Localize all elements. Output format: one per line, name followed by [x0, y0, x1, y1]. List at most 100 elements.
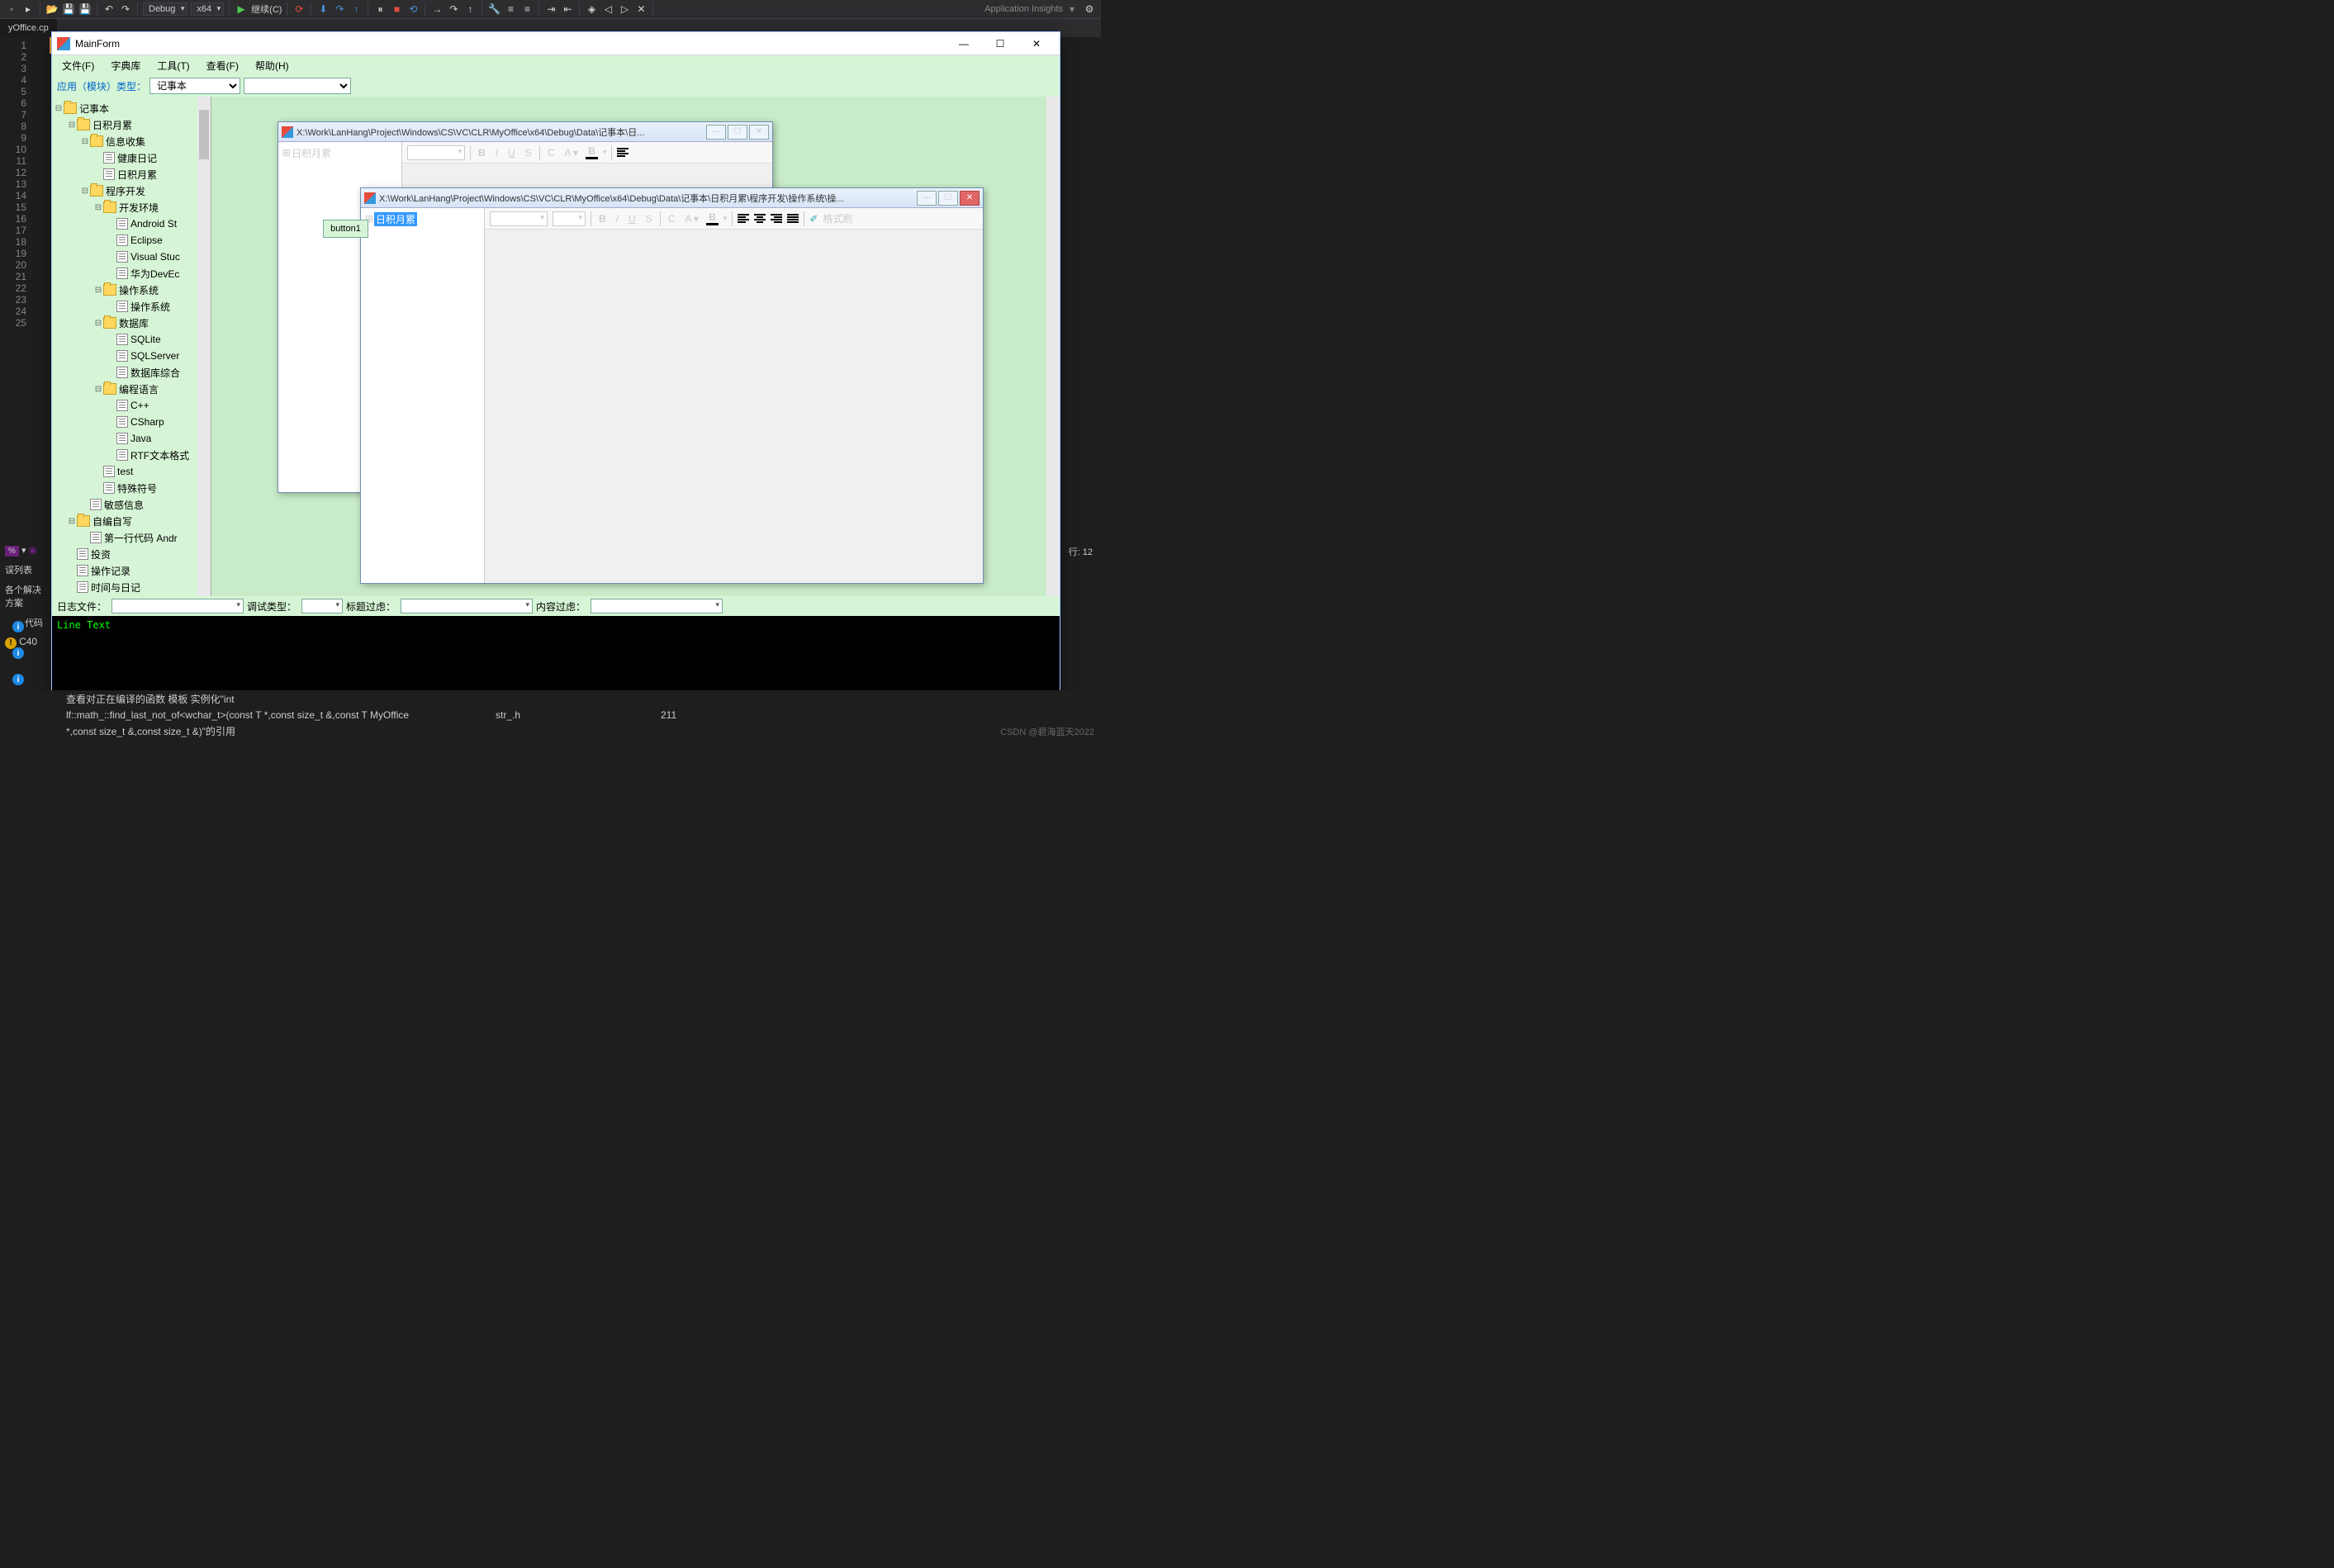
tree-node[interactable]: ⊟日积月累 — [54, 116, 209, 133]
tree-node[interactable]: ⊟编程语言 — [54, 381, 209, 397]
font-dropdown[interactable] — [407, 145, 465, 160]
tree-node[interactable]: 投资 — [54, 546, 209, 562]
collapse-icon[interactable]: ⊟ — [93, 203, 103, 212]
tree-scrollbar[interactable] — [197, 97, 211, 596]
tree-node[interactable]: 操作记录 — [54, 562, 209, 579]
tree-node[interactable]: ⊟操作系统 — [54, 282, 209, 298]
close-button[interactable]: ✕ — [749, 125, 769, 140]
tree-node[interactable]: 数据库综合 — [54, 364, 209, 381]
tab-file-1[interactable]: yOffice.cp — [0, 19, 57, 37]
tree-node[interactable]: ⊟记事本 — [54, 100, 209, 116]
maximize-button[interactable]: ☐ — [982, 35, 1018, 53]
tree-node[interactable]: 敏感信息 — [54, 496, 209, 513]
menu-help[interactable]: 帮助(H) — [247, 56, 297, 75]
collapse-icon[interactable]: ⊟ — [93, 286, 103, 295]
tree-node[interactable]: Eclipse — [54, 232, 209, 249]
tree-node[interactable]: SQLServer — [54, 348, 209, 364]
tree-node[interactable]: test — [54, 463, 209, 480]
log-level-dropdown[interactable] — [301, 599, 343, 613]
tree-node[interactable]: 测试文件 — [54, 595, 209, 596]
mainform-titlebar[interactable]: MainForm — ☐ ✕ — [52, 32, 1060, 55]
font-dropdown[interactable] — [490, 211, 548, 226]
maximize-button[interactable]: ☐ — [728, 125, 747, 140]
tree-node[interactable]: ⊟程序开发 — [54, 182, 209, 199]
minimize-button[interactable]: — — [706, 125, 726, 140]
nav-back-icon[interactable]: ◦ — [5, 2, 18, 16]
step-icon[interactable]: ⬇ — [316, 2, 330, 16]
bookmark-icon[interactable]: ◈ — [585, 2, 598, 16]
tree-node[interactable]: CSharp — [54, 414, 209, 430]
close-button[interactable]: ✕ — [1018, 35, 1055, 53]
button1[interactable]: button1 — [323, 220, 368, 238]
tree-node[interactable]: 华为DevEc — [54, 265, 209, 282]
size-dropdown[interactable] — [553, 211, 586, 226]
collapse-icon[interactable]: ⊟ — [67, 121, 77, 130]
step-over2-icon[interactable]: ↷ — [447, 2, 460, 16]
module-sub-select[interactable] — [244, 78, 351, 94]
continue-label[interactable]: 继续(C) — [251, 2, 282, 16]
align-left-button[interactable] — [617, 148, 629, 157]
collapse-icon[interactable]: ⊟ — [93, 319, 103, 328]
tree-node[interactable]: 健康日记 — [54, 149, 209, 166]
tree-node[interactable]: ⊟信息收集 — [54, 133, 209, 149]
format-brush-icon[interactable]: ✐ — [809, 213, 818, 225]
tree-node[interactable]: SQLite — [54, 331, 209, 348]
menu-tools[interactable]: 工具(T) — [149, 56, 197, 75]
nav-fwd-icon[interactable]: ▸ — [21, 2, 35, 16]
menu-view[interactable]: 查看(F) — [198, 56, 247, 75]
color-button[interactable]: C — [545, 147, 557, 159]
tree-node[interactable]: 操作系统 — [54, 298, 209, 315]
child-window-1-titlebar[interactable]: X:\Work\LanHang\Project\Windows\CS\VC\CL… — [278, 122, 772, 142]
align-left-button[interactable] — [738, 214, 749, 223]
menu-dict[interactable]: 字典库 — [102, 56, 149, 75]
zoom-percent[interactable]: % — [5, 546, 19, 557]
tree-node[interactable]: C++ — [54, 397, 209, 414]
folder-tree[interactable]: ⊟记事本⊟日积月累⊟信息收集健康日记日积月累⊟程序开发⊟开发环境Android … — [52, 97, 211, 596]
maximize-button[interactable]: ☐ — [938, 191, 958, 206]
comment-icon[interactable]: ≡ — [504, 2, 517, 16]
tree-node[interactable]: 日积月累 — [292, 146, 331, 160]
pause-icon[interactable]: ⏸ — [373, 2, 387, 16]
settings-icon[interactable]: ⚙ — [1083, 2, 1096, 16]
tree-node-selected[interactable]: 日积月累 — [374, 212, 417, 226]
save-icon[interactable]: 💾 — [62, 2, 75, 16]
italic-button[interactable]: I — [614, 213, 621, 225]
minimize-button[interactable]: — — [946, 35, 982, 53]
mdi-scrollbar[interactable] — [1046, 97, 1060, 596]
child-2-tree[interactable]: ⊞日积月累 — [361, 208, 485, 583]
save-all-icon[interactable]: 💾 — [78, 2, 92, 16]
platform-dropdown[interactable]: x64 — [191, 2, 224, 16]
clear-bm-icon[interactable]: ✕ — [634, 2, 648, 16]
info-icon[interactable]: i — [12, 621, 24, 632]
tree-node[interactable]: Java — [54, 430, 209, 447]
log-title-dropdown[interactable] — [401, 599, 533, 613]
align-center-button[interactable] — [754, 214, 766, 223]
module-type-select[interactable]: 记事本 — [149, 78, 240, 94]
collapse-icon[interactable]: ⊟ — [80, 187, 90, 196]
child-2-editor[interactable] — [485, 230, 983, 583]
highlight-button[interactable]: B — [586, 145, 598, 159]
panel-item-1[interactable]: 误列表 — [0, 560, 50, 580]
tree-node[interactable]: 时间与日记 — [54, 579, 209, 595]
align-justify-button[interactable] — [787, 214, 799, 223]
prev-bm-icon[interactable]: ◁ — [601, 2, 614, 16]
underline-button[interactable]: U — [505, 147, 518, 159]
underline-button[interactable]: U — [626, 213, 638, 225]
config-dropdown[interactable]: Debug — [143, 2, 187, 16]
strike-button[interactable]: S — [523, 147, 534, 159]
outdent-icon[interactable]: ⇤ — [561, 2, 574, 16]
tree-node[interactable]: RTF文本格式 — [54, 447, 209, 463]
collapse-icon[interactable]: ⊟ — [80, 137, 90, 146]
tree-node[interactable]: Android St — [54, 216, 209, 232]
italic-button[interactable]: I — [493, 147, 500, 159]
tree-node[interactable]: ⊟自编自写 — [54, 513, 209, 529]
undo-icon[interactable]: ↶ — [102, 2, 116, 16]
next-bm-icon[interactable]: ▷ — [618, 2, 631, 16]
tree-node[interactable]: Visual Stuc — [54, 249, 209, 265]
hot-reload-icon[interactable]: ⟳ — [292, 2, 306, 16]
app-insights-dropdown[interactable]: Application Insights — [984, 4, 1063, 14]
toolbox-icon[interactable]: 🔧 — [487, 2, 500, 16]
tree-node[interactable]: ⊟开发环境 — [54, 199, 209, 216]
step-into-icon[interactable]: → — [430, 2, 444, 16]
log-file-dropdown[interactable] — [111, 599, 244, 613]
